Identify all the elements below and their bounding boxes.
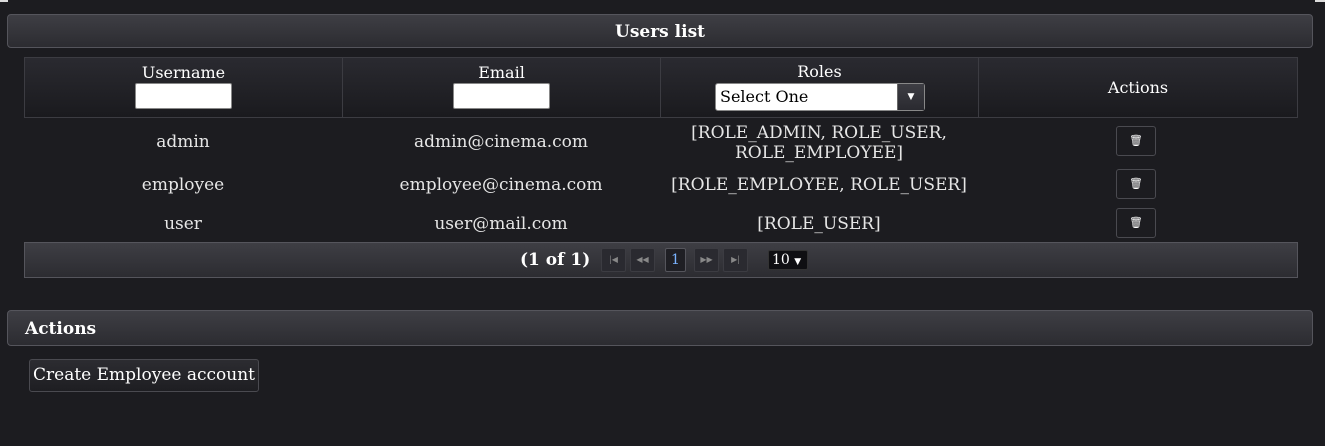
trash-icon: 🗑 — [1129, 134, 1143, 147]
cell-roles: [ROLE_USER] — [757, 214, 881, 234]
create-employee-account-button[interactable]: Create Employee account — [29, 359, 259, 392]
top-border-inner — [8, 0, 1315, 2]
cell-username: user — [164, 214, 202, 234]
actions-title: Actions — [25, 319, 97, 339]
header-email-label: Email — [478, 63, 525, 82]
header-actions: Actions — [979, 58, 1297, 117]
trash-icon: 🗑 — [1129, 177, 1143, 190]
table-row: user user@mail.com [ROLE_USER] 🗑 — [24, 205, 1298, 243]
cell-username: admin — [156, 132, 210, 152]
header-username: Username — [25, 58, 343, 117]
page-info: (1 of 1) — [520, 250, 591, 270]
actions-panel-header: Actions — [7, 310, 1313, 346]
cell-roles-line1: [ROLE_ADMIN, ROLE_USER, — [691, 123, 947, 143]
rows-per-page-value: 10 — [772, 252, 790, 268]
email-filter-input[interactable] — [453, 83, 550, 109]
table-header: Username Email Roles Select One ▼ Action… — [24, 57, 1298, 118]
prev-page-icon[interactable]: ◀◀ — [630, 248, 655, 272]
header-roles-label: Roles — [797, 62, 842, 81]
chevron-down-icon[interactable]: ▼ — [897, 84, 924, 110]
users-list-title: Users list — [615, 22, 705, 42]
next-page-icon[interactable]: ▶▶ — [694, 248, 719, 272]
delete-button[interactable]: 🗑 — [1116, 169, 1156, 199]
cell-roles: [ROLE_ADMIN, ROLE_USER, ROLE_EMPLOYEE] — [660, 123, 978, 163]
table-row: employee employee@cinema.com [ROLE_EMPLO… — [24, 166, 1298, 206]
header-roles: Roles Select One ▼ — [661, 58, 979, 117]
table-row: admin admin@cinema.com [ROLE_ADMIN, ROLE… — [24, 123, 1298, 163]
cell-email: user@mail.com — [434, 214, 568, 234]
paginator: (1 of 1) |◀ ◀◀ 1 ▶▶ ▶| 10 ▼ — [24, 242, 1298, 278]
username-filter-input[interactable] — [135, 83, 232, 109]
trash-icon: 🗑 — [1129, 216, 1143, 229]
roles-filter-select[interactable]: Select One ▼ — [715, 83, 925, 111]
cell-username: employee — [141, 175, 225, 195]
cell-email: admin@cinema.com — [413, 132, 589, 152]
header-username-label: Username — [141, 63, 226, 82]
delete-button[interactable]: 🗑 — [1116, 126, 1156, 156]
cell-roles-line2: ROLE_EMPLOYEE] — [734, 143, 904, 163]
cell-roles: [ROLE_EMPLOYEE, ROLE_USER] — [671, 175, 967, 195]
header-actions-label: Actions — [1107, 78, 1169, 97]
page-number-button[interactable]: 1 — [665, 248, 686, 272]
rows-per-page-select[interactable]: 10 ▼ — [768, 250, 808, 270]
users-list-panel-header: Users list — [7, 14, 1313, 48]
chevron-down-icon: ▼ — [794, 257, 802, 267]
first-page-icon[interactable]: |◀ — [601, 248, 626, 272]
cell-email: employee@cinema.com — [399, 175, 603, 195]
roles-filter-value: Select One — [720, 87, 809, 106]
header-email: Email — [343, 58, 661, 117]
last-page-icon[interactable]: ▶| — [723, 248, 748, 272]
delete-button[interactable]: 🗑 — [1116, 208, 1156, 238]
